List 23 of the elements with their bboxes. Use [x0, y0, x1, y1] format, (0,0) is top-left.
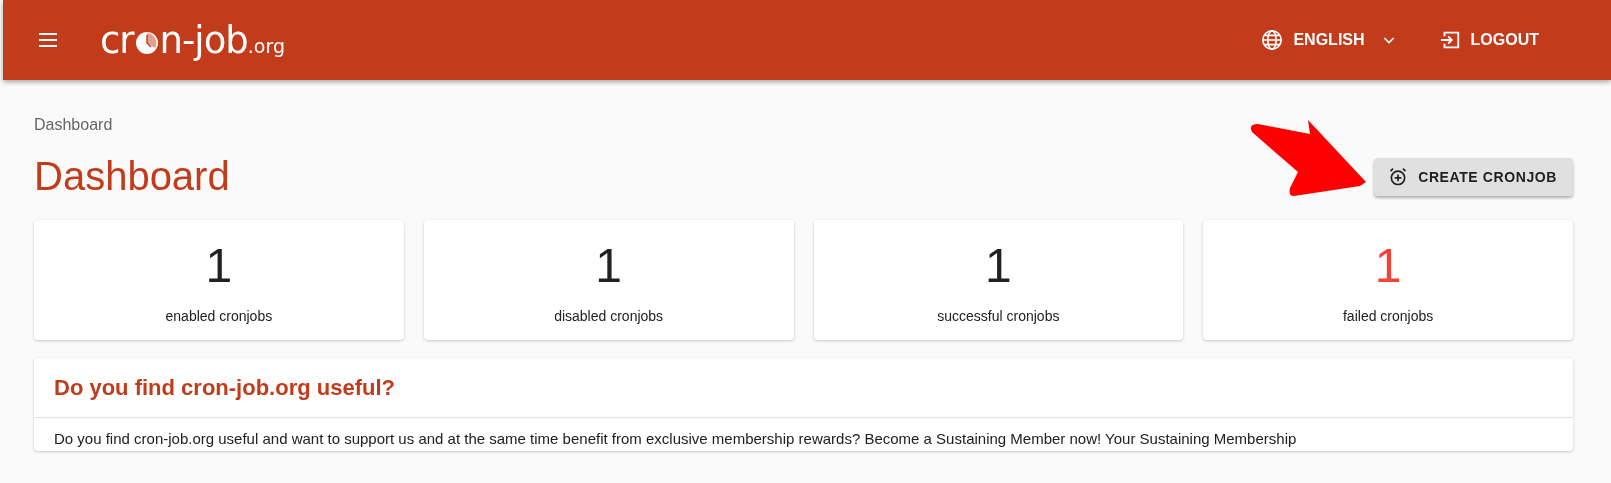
alarm-add-icon: [1388, 166, 1409, 187]
stat-value: 1: [595, 238, 622, 294]
stat-label: enabled cronjobs: [165, 308, 273, 324]
logout-button[interactable]: LOGOUT: [1434, 23, 1543, 57]
page-title: Dashboard: [34, 154, 230, 199]
logo-suffix: .org: [247, 34, 285, 57]
card-text: Do you find cron-job.org useful and want to support us and at the same time benefit from exclusive membership rewards? Become a Sustaining Member now! Your Sustaining Membership: [53, 429, 1298, 449]
stat-value: 1: [1374, 238, 1402, 294]
create-cronjob-button[interactable]: CREATE CRONJOB: [1374, 157, 1573, 196]
logo-text: n-job: [159, 18, 248, 62]
stat-label: disabled cronjobs: [554, 308, 664, 324]
stat-value: 1: [985, 238, 1012, 294]
globe-icon: [1261, 29, 1284, 51]
stat-value: 1: [205, 238, 233, 294]
stat-label: successful cronjobs: [937, 308, 1060, 324]
logo-text: cr: [100, 18, 134, 62]
card-title: Do you find cron-job.org useful?: [34, 358, 1573, 418]
logout-icon: [1438, 29, 1461, 51]
clock-icon: [134, 31, 159, 55]
logo[interactable]: cr n-job.org: [100, 18, 285, 62]
language-dropdown[interactable]: ENGLISH: [1257, 23, 1401, 57]
breadcrumb[interactable]: Dashboard: [34, 116, 1573, 134]
stat-label: failed cronjobs: [1343, 308, 1434, 324]
